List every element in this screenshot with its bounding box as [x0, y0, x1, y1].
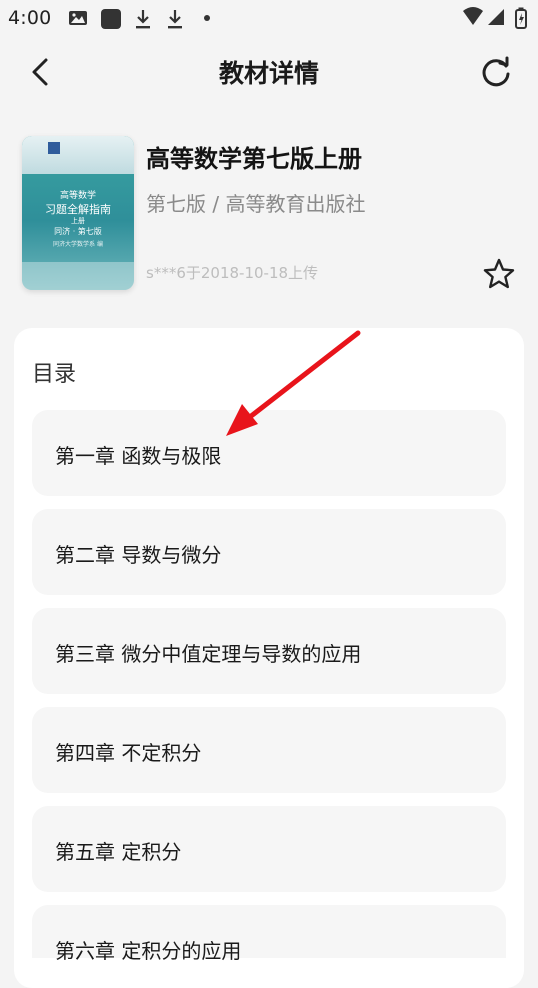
- cover-text: 同济 · 第七版: [54, 227, 102, 236]
- publisher-logo-icon: [48, 142, 60, 154]
- book-title: 高等数学第七版上册: [146, 145, 362, 173]
- book-edition-publisher: 第七版 / 高等教育出版社: [146, 192, 366, 216]
- download-icon: [136, 10, 150, 29]
- chapter-item[interactable]: 第六章 定积分的应用: [32, 905, 506, 963]
- cover-header-band: [22, 136, 134, 174]
- status-time: 4:00: [8, 7, 52, 29]
- cover-text: 高等数学: [59, 191, 96, 201]
- cellular-signal-icon: [488, 9, 504, 25]
- chapter-label: 第五章 定积分: [55, 840, 182, 864]
- refresh-button[interactable]: [476, 52, 516, 92]
- page-title: 教材详情: [218, 59, 319, 88]
- download-icon: [168, 10, 182, 29]
- chapter-item[interactable]: 第二章 导数与微分: [32, 509, 506, 595]
- star-outline-icon: [483, 258, 515, 289]
- battery-charging-icon: [515, 7, 527, 29]
- image-notification-icon: [69, 11, 87, 25]
- app-header: 教材详情: [0, 36, 538, 108]
- chapter-label: 第四章 不定积分: [55, 741, 202, 765]
- chapter-label: 第二章 导数与微分: [55, 543, 222, 567]
- chapter-item[interactable]: 第一章 函数与极限: [32, 410, 506, 496]
- book-cover-image[interactable]: 高等数学 习题全解指南 上册 同济 · 第七版 同济大学数学系 编: [22, 136, 134, 290]
- chapter-item[interactable]: 第三章 微分中值定理与导数的应用: [32, 608, 506, 694]
- favorite-button[interactable]: [481, 256, 517, 292]
- toc-heading: 目录: [32, 362, 77, 387]
- cover-footer-band: [22, 262, 134, 290]
- wifi-icon: [463, 7, 483, 25]
- cover-text: 习题全解指南: [45, 203, 111, 216]
- chapter-label: 第六章 定积分的应用: [55, 939, 242, 963]
- chapter-item[interactable]: 第五章 定积分: [32, 806, 506, 892]
- chapter-item[interactable]: 第四章 不定积分: [32, 707, 506, 793]
- book-upload-info: s***6于2018-10-18上传: [146, 264, 319, 282]
- status-bar: 4:00: [0, 0, 538, 36]
- cover-text: 上册: [71, 217, 85, 225]
- app-notification-icon: [101, 9, 121, 29]
- chapter-label: 第一章 函数与极限: [55, 444, 222, 468]
- cover-text: 同济大学数学系 编: [53, 241, 103, 248]
- chapter-label: 第三章 微分中值定理与导数的应用: [55, 642, 362, 666]
- more-notifications-dot-icon: [204, 15, 210, 21]
- refresh-icon: [482, 56, 510, 87]
